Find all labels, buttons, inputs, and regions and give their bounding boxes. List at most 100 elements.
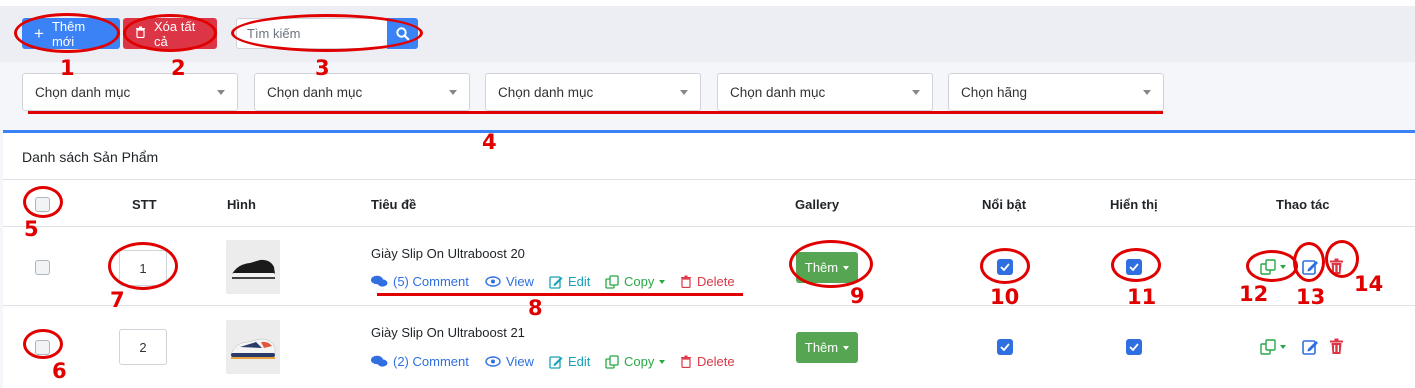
annotation-label: 9 bbox=[850, 284, 865, 308]
eye-icon bbox=[485, 356, 501, 367]
eye-icon bbox=[485, 276, 501, 287]
copy-icon bbox=[1260, 339, 1276, 355]
copy-label: Copy bbox=[624, 354, 655, 369]
annotation-ring bbox=[231, 14, 423, 52]
divider bbox=[3, 179, 1415, 180]
category-select-3[interactable]: Chọn danh mục bbox=[485, 73, 701, 111]
chevron-down-icon bbox=[449, 89, 457, 95]
column-actions: Thao tác bbox=[1276, 197, 1330, 212]
edit-icon bbox=[549, 355, 563, 369]
column-title: Tiêu đề bbox=[371, 197, 417, 212]
filter-row: Chọn danh mục Chọn danh mục Chọn danh mụ… bbox=[0, 62, 1415, 130]
category-select-2-value: Chọn danh mục bbox=[267, 84, 363, 100]
row-checkbox[interactable] bbox=[35, 260, 50, 275]
brand-select[interactable]: Chọn hãng bbox=[948, 73, 1164, 111]
view-link[interactable]: View bbox=[485, 354, 534, 369]
annotation-label: 14 bbox=[1354, 272, 1384, 296]
gallery-add-label: Thêm bbox=[804, 340, 839, 355]
trash-icon bbox=[681, 275, 691, 288]
copy-dropdown[interactable]: Copy bbox=[605, 354, 666, 369]
chevron-down-icon bbox=[680, 89, 688, 95]
annotation-label: 2 bbox=[171, 56, 186, 80]
check-icon bbox=[1000, 343, 1010, 351]
chevron-down-icon bbox=[1280, 345, 1286, 349]
chevron-down-icon bbox=[912, 89, 920, 95]
check-icon bbox=[1129, 343, 1139, 351]
divider bbox=[3, 305, 1415, 306]
annotation-ring bbox=[23, 329, 63, 359]
visible-checkbox[interactable] bbox=[1126, 339, 1142, 355]
product-image bbox=[226, 240, 280, 294]
column-gallery: Gallery bbox=[795, 197, 840, 212]
order-input[interactable]: 2 bbox=[119, 329, 167, 365]
brand-select-value: Chọn hãng bbox=[961, 84, 1028, 100]
card-title: Danh sách Sản Phẩm bbox=[22, 149, 159, 165]
product-title: Giày Slip On Ultraboost 20 bbox=[371, 246, 525, 261]
annotation-underline bbox=[377, 293, 743, 296]
chevron-down-icon bbox=[1143, 89, 1151, 95]
delete-link[interactable]: Delete bbox=[680, 274, 735, 289]
chevron-down-icon bbox=[659, 359, 666, 364]
edit-action-button[interactable] bbox=[1302, 338, 1319, 358]
category-select-4-value: Chọn danh mục bbox=[730, 84, 826, 100]
comment-link[interactable]: (2) Comment bbox=[371, 354, 469, 369]
chevron-down-icon bbox=[217, 89, 225, 95]
annotation-label: 11 bbox=[1127, 285, 1157, 309]
edit-label: Edit bbox=[568, 354, 591, 369]
comment-link[interactable]: (5) Comment bbox=[371, 274, 469, 289]
gallery-add-button[interactable]: Thêm bbox=[796, 332, 858, 363]
copy-dropdown[interactable]: Copy bbox=[605, 274, 666, 289]
category-select-2[interactable]: Chọn danh mục bbox=[254, 73, 470, 111]
edit-icon bbox=[549, 275, 563, 289]
product-title: Giày Slip On Ultraboost 21 bbox=[371, 325, 525, 340]
view-label: View bbox=[506, 274, 534, 289]
delete-link[interactable]: Delete bbox=[680, 354, 735, 369]
edit-label: Edit bbox=[568, 274, 591, 289]
product-list-card: Danh sách Sản Phẩm STT Hình Tiêu đề Gall… bbox=[3, 130, 1415, 388]
annotation-label: 5 bbox=[24, 217, 39, 241]
annotation-label: 7 bbox=[110, 288, 125, 312]
divider bbox=[3, 226, 1415, 227]
delete-label: Delete bbox=[697, 354, 735, 369]
copy-icon bbox=[605, 274, 619, 289]
delete-action-button[interactable] bbox=[1329, 338, 1344, 358]
copy-action-dropdown[interactable] bbox=[1260, 339, 1286, 355]
column-stt: STT bbox=[132, 197, 157, 212]
comments-icon bbox=[371, 275, 388, 287]
annotation-ring bbox=[23, 186, 63, 218]
chevron-down-icon bbox=[659, 279, 666, 284]
annotation-underline bbox=[28, 111, 1163, 114]
column-image: Hình bbox=[227, 197, 256, 212]
trash-icon bbox=[681, 355, 691, 368]
comments-icon bbox=[371, 355, 388, 367]
annotation-ring bbox=[123, 14, 217, 52]
comment-label: (5) Comment bbox=[393, 274, 469, 289]
annotation-ring bbox=[980, 248, 1030, 284]
edit-link[interactable]: Edit bbox=[549, 274, 590, 289]
view-link[interactable]: View bbox=[485, 274, 534, 289]
featured-checkbox[interactable] bbox=[997, 339, 1013, 355]
annotation-ring bbox=[1111, 248, 1161, 282]
copy-icon bbox=[605, 354, 619, 369]
edit-link[interactable]: Edit bbox=[549, 354, 590, 369]
annotation-label: 3 bbox=[315, 56, 330, 80]
view-label: View bbox=[506, 354, 534, 369]
annotation-label: 1 bbox=[60, 56, 75, 80]
comment-label: (2) Comment bbox=[393, 354, 469, 369]
chevron-down-icon bbox=[843, 345, 850, 350]
annotation-label: 13 bbox=[1296, 285, 1326, 309]
category-select-1[interactable]: Chọn danh mục bbox=[22, 73, 238, 111]
column-featured: Nổi bật bbox=[982, 197, 1027, 212]
annotation-label: 10 bbox=[990, 285, 1020, 309]
annotation-ring bbox=[108, 242, 178, 290]
annotation-ring bbox=[1246, 250, 1298, 282]
category-select-1-value: Chọn danh mục bbox=[35, 84, 131, 100]
annotation-label: 12 bbox=[1239, 282, 1269, 306]
copy-label: Copy bbox=[624, 274, 655, 289]
annotation-ring bbox=[789, 240, 873, 288]
annotation-ring bbox=[14, 13, 120, 53]
annotation-label: 8 bbox=[528, 296, 543, 320]
category-select-4[interactable]: Chọn danh mục bbox=[717, 73, 933, 111]
column-visible: Hiển thị bbox=[1110, 197, 1158, 212]
product-image bbox=[226, 320, 280, 374]
